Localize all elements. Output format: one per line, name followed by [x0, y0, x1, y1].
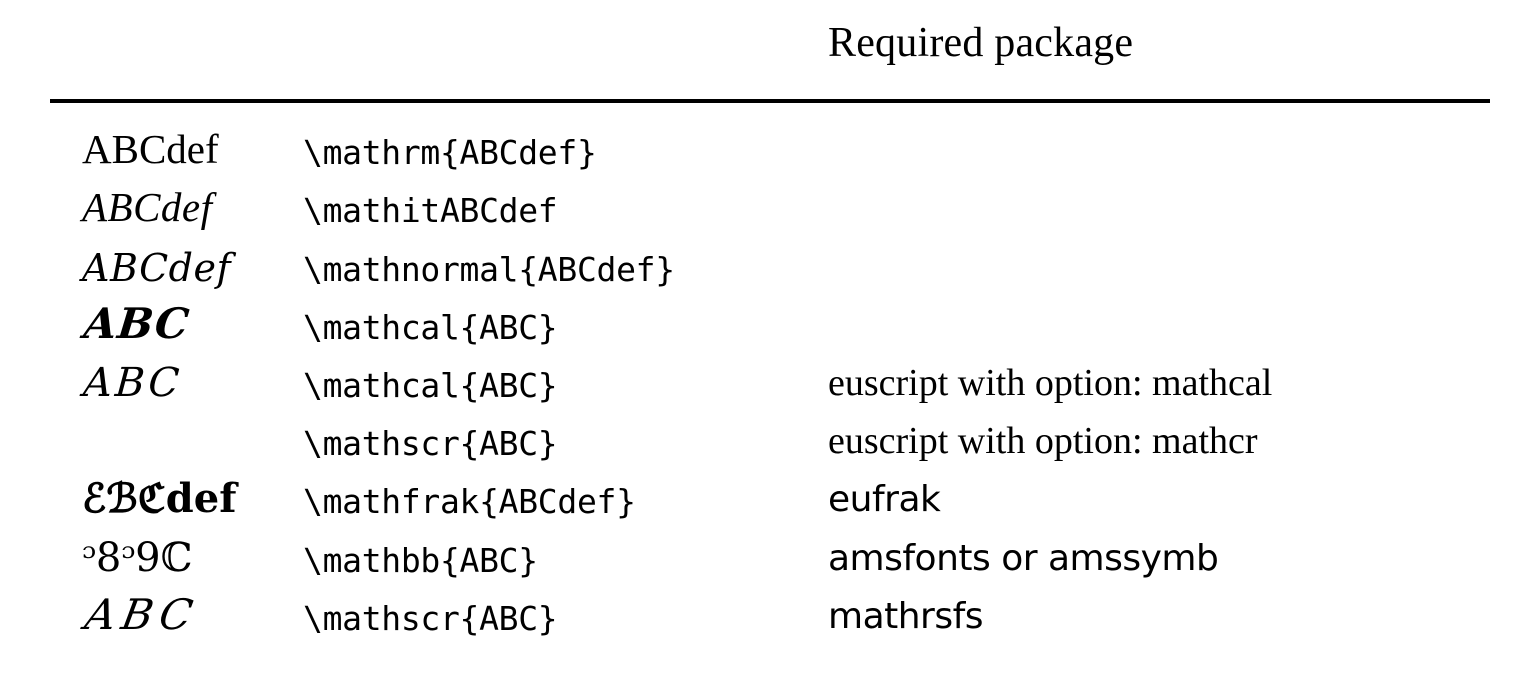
font-sample-cell: ABCdef — [82, 184, 213, 231]
table-row: \mathscr{ABC} euscript with option: mathc… — [0, 411, 1540, 469]
latex-command-cell: \mathitABCdef — [303, 191, 558, 231]
font-sample-cell: ABC — [81, 589, 203, 639]
table-header-rule — [50, 99, 1490, 103]
table-row: ABC \mathcal{ABC} euscript with option: ma… — [0, 353, 1540, 411]
table-row: ABCdef \mathnormal{ABCdef} — [0, 236, 1540, 294]
latex-command-cell: \mathnormal{ABCdef} — [303, 249, 675, 289]
font-sample-cell: ᵓ8ᵓ9ℂ — [82, 534, 193, 581]
latex-command-cell: \mathscr{ABC} — [303, 424, 558, 464]
table-body: ABCdef \mathrm{ABCdef} ABCdef \mathitABCdef… — [0, 120, 1540, 644]
latex-command-cell: \mathcal{ABC} — [303, 365, 558, 405]
table-row: ᵓ8ᵓ9ℂ \mathbb{ABC} amsfonts or amssymb — [0, 527, 1540, 585]
font-sample-cell: ABCdef — [82, 245, 232, 290]
latex-command-cell: \mathrm{ABCdef} — [303, 133, 597, 173]
latex-command-cell: \mathbb{ABC} — [303, 540, 538, 580]
math-font-reference-table: Required package ABCdef \mathrm{ABCdef} AB… — [0, 0, 1540, 690]
table-row: ABC \mathcal{ABC} — [0, 295, 1540, 353]
required-package-cell: euscript with option: mathcal — [828, 361, 1273, 404]
required-package-cell: eufrak — [828, 479, 941, 521]
table-row: ABCdef \mathrm{ABCdef} — [0, 120, 1540, 178]
font-sample-cell: ℰℬℭdef — [82, 475, 237, 523]
table-row: ABC \mathscr{ABC} mathrsfs — [0, 586, 1540, 644]
table-row: ABCdef \mathitABCdef — [0, 178, 1540, 236]
required-package-cell: amsfonts or amssymb — [828, 537, 1219, 579]
latex-command-cell: \mathscr{ABC} — [303, 598, 558, 638]
required-package-cell: mathrsfs — [828, 595, 984, 637]
latex-command-cell: \mathfrak{ABCdef} — [303, 482, 636, 522]
table-row: ℰℬℭdef \mathfrak{ABCdef} eufrak — [0, 469, 1540, 527]
latex-command-cell: \mathcal{ABC} — [303, 307, 558, 347]
column-header-required-package: Required package — [828, 20, 1134, 66]
font-sample-cell: ABCdef — [82, 126, 219, 173]
font-sample-cell: ABC — [81, 359, 184, 406]
font-sample-cell: ABC — [81, 298, 193, 348]
required-package-cell: euscript with option: mathcr — [828, 420, 1258, 463]
